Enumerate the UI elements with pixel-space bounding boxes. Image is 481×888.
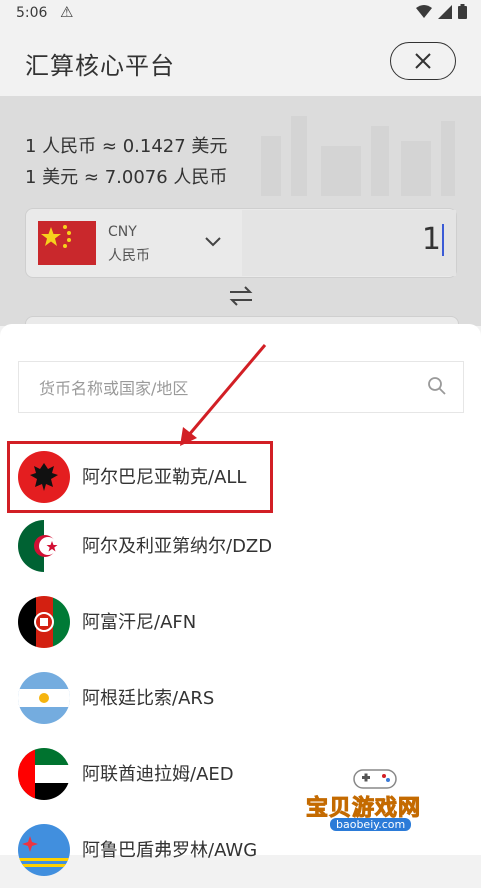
status-time: 5:06 (16, 5, 48, 21)
app-header: 汇算核心平台 (0, 28, 481, 96)
rate-line-1: 1 人民币 ≈ 0.1427 美元 (25, 136, 228, 157)
close-button[interactable] (390, 42, 456, 80)
currency-label: 阿鲁巴盾弗罗林/AWG (82, 840, 258, 861)
page-title: 汇算核心平台 (25, 52, 175, 80)
from-currency-code: CNY (108, 224, 137, 240)
warning-triangle-icon: ⚠ (60, 3, 74, 21)
currency-label: 阿尔及利亚第纳尔/DZD (82, 536, 273, 557)
currency-item-ars[interactable]: 阿根廷比索/ARS (0, 660, 481, 736)
close-x-icon (415, 53, 431, 69)
afghanistan-flag-icon (18, 596, 70, 648)
status-icons (416, 4, 467, 19)
amount-value: 1 (421, 222, 441, 257)
search-box[interactable] (18, 361, 464, 414)
from-currency-name: 人民币 (108, 248, 150, 264)
status-bar: 5:06 ⚠ (0, 0, 481, 28)
wifi-icon (416, 4, 432, 18)
china-flag-icon (38, 221, 96, 265)
skyline-decoration-icon (261, 116, 455, 196)
argentina-flag-icon (18, 672, 70, 724)
currency-label: 阿联酋迪拉姆/AED (82, 764, 234, 785)
currency-item-afn[interactable]: 阿富汗尼/AFN (0, 584, 481, 660)
watermark-site: baobeiy.com (330, 818, 412, 831)
text-caret (442, 224, 444, 256)
aruba-flag-icon (18, 824, 70, 876)
currency-item-dzd[interactable]: 阿尔及利亚第纳尔/DZD (0, 508, 481, 584)
search-input[interactable] (37, 362, 421, 414)
highlight-box (7, 441, 273, 513)
currency-label: 阿根廷比索/ARS (82, 688, 215, 709)
rate-line-2: 1 美元 ≈ 7.0076 人民币 (25, 167, 228, 188)
uae-flag-icon (18, 748, 70, 800)
search-icon[interactable] (427, 376, 447, 396)
algeria-flag-icon (18, 520, 70, 572)
signal-icon (438, 4, 452, 19)
watermark: 宝贝游戏网 baobeiy.com (300, 760, 460, 840)
gamepad-icon (353, 769, 397, 789)
battery-icon (458, 4, 467, 19)
swap-icon[interactable] (228, 285, 254, 307)
currency-label: 阿富汗尼/AFN (82, 612, 197, 633)
chevron-down-icon[interactable] (204, 236, 222, 248)
